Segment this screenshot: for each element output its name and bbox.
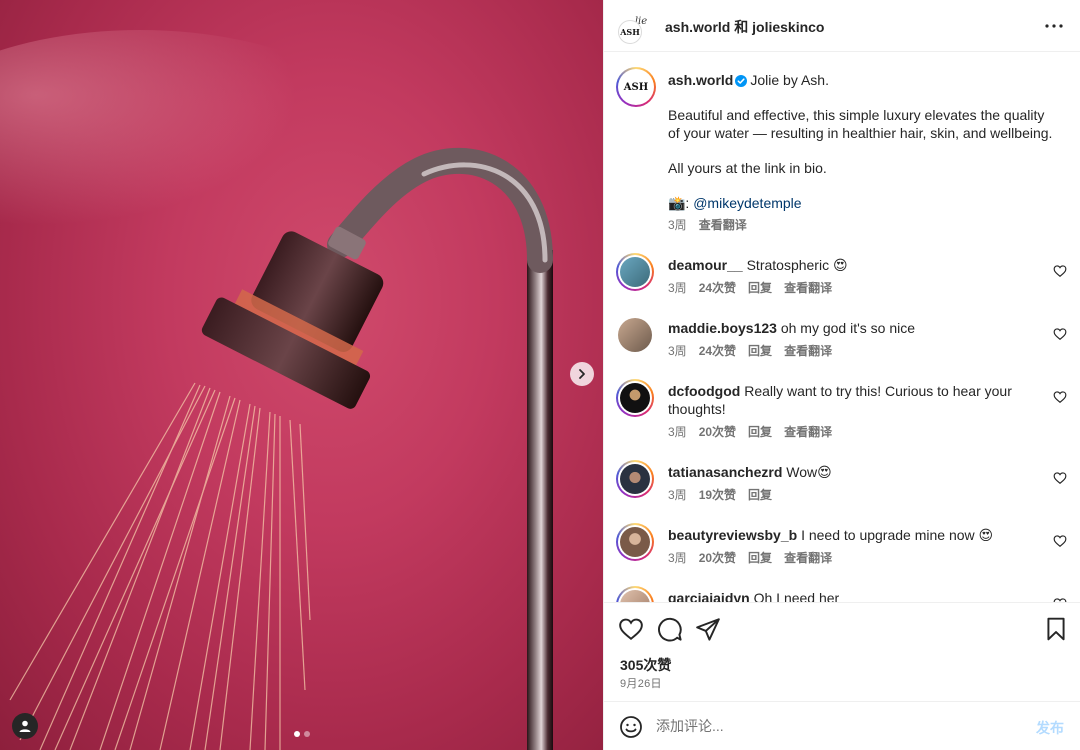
comments-list[interactable]: ASH ash.world Jolie by Ash. Beautiful and…	[604, 53, 1080, 602]
comment-avatar[interactable]	[616, 460, 654, 498]
avatar-image	[620, 383, 650, 413]
caption-cta: All yours at the link in bio.	[668, 160, 827, 176]
avatar-image	[620, 464, 650, 494]
comment-time[interactable]: 3周	[668, 423, 687, 441]
post-actions: 305次赞 9月26日	[604, 602, 1080, 700]
reply-button[interactable]: 回复	[748, 342, 772, 360]
comment-avatar[interactable]	[616, 586, 654, 602]
post-side-panel: lie ASH ash.world 和 jolieskinco ASH ash.…	[603, 0, 1080, 750]
translate-link[interactable]: 查看翻译	[784, 342, 832, 360]
comment-meta: 3周 20次赞 回复 查看翻译	[668, 549, 1038, 567]
heart-icon[interactable]	[618, 616, 644, 642]
caption-time[interactable]: 3周	[668, 216, 687, 234]
verified-badge-icon	[735, 75, 748, 87]
comment-text: beautyreviewsby_b I need to upgrade mine…	[668, 526, 1038, 567]
translate-link[interactable]: 查看翻译	[784, 423, 832, 441]
caption-meta: 3周 查看翻译	[668, 216, 1058, 234]
comment-username[interactable]: deamour__	[668, 257, 743, 273]
ash-world-avatar[interactable]: ASH	[618, 20, 642, 44]
comment-input[interactable]	[656, 714, 1016, 738]
comment-avatar[interactable]	[616, 316, 654, 354]
comment-time[interactable]: 3周	[668, 342, 687, 360]
caption-body: ash.world Jolie by Ash. Beautiful and eff…	[668, 71, 1058, 234]
comment-likes[interactable]: 20次赞	[699, 549, 736, 567]
comment-meta: 3周 19次赞 回复	[668, 486, 1038, 504]
caption-paragraph: Beautiful and effective, this simple lux…	[668, 107, 1053, 141]
comment-username[interactable]: beautyreviewsby_b	[668, 527, 797, 543]
reply-button[interactable]: 回复	[748, 486, 772, 504]
comment-username[interactable]: tatianasanchezrd	[668, 464, 782, 480]
reply-button[interactable]: 回复	[748, 279, 772, 297]
post-comment-button[interactable]: 发布	[1036, 718, 1064, 738]
comment-username[interactable]: garciajaidyn	[668, 590, 750, 602]
comment-time[interactable]: 3周	[668, 549, 687, 567]
comment-body: Oh I need her	[753, 590, 840, 602]
comment-likes[interactable]: 24次赞	[699, 342, 736, 360]
comment-avatar[interactable]	[616, 379, 654, 417]
translate-link[interactable]: 查看翻译	[784, 279, 832, 297]
avatar-image	[620, 527, 650, 557]
comment-meta: 3周 20次赞 回复 查看翻译	[668, 423, 1038, 441]
avatar-image	[620, 590, 650, 602]
camera-credit-prefix: 📸:	[668, 195, 694, 211]
bookmark-icon[interactable]	[1043, 616, 1069, 642]
post-date[interactable]: 9月26日	[620, 675, 662, 691]
comment-avatar[interactable]	[616, 523, 654, 561]
comment-body: oh my god it's so nice	[780, 320, 916, 336]
caption-username[interactable]: ash.world	[668, 72, 733, 88]
carousel-indicator	[294, 731, 310, 737]
comment-icon[interactable]	[657, 616, 683, 642]
chevron-right-icon	[579, 369, 585, 379]
comment-body: Stratospheric 😍	[746, 257, 848, 273]
caption-credit: 📸: @mikeydetemple	[668, 194, 1058, 212]
more-options-icon[interactable]	[1042, 16, 1066, 36]
likes-count[interactable]: 305次赞	[620, 655, 671, 675]
avatar-image	[618, 318, 652, 352]
reply-button[interactable]: 回复	[748, 423, 772, 441]
reply-button[interactable]: 回复	[748, 549, 772, 567]
like-comment-icon[interactable]	[1053, 327, 1067, 341]
like-comment-icon[interactable]	[1053, 390, 1067, 404]
comment-text: dcfoodgod Really want to try this! Curio…	[668, 382, 1038, 441]
like-comment-icon[interactable]	[1053, 471, 1067, 485]
collab-avatars[interactable]: lie ASH	[618, 12, 650, 44]
emoji-icon[interactable]	[619, 715, 643, 739]
next-slide-button[interactable]	[570, 362, 594, 386]
post-header: lie ASH ash.world 和 jolieskinco	[604, 0, 1080, 52]
like-comment-icon[interactable]	[1053, 534, 1067, 548]
comment-username[interactable]: dcfoodgod	[668, 383, 740, 399]
comment-likes[interactable]: 24次赞	[699, 279, 736, 297]
caption-avatar-text: ASH	[620, 71, 652, 103]
avatar-image	[620, 257, 650, 287]
like-comment-icon[interactable]	[1053, 264, 1067, 278]
comment-username[interactable]: maddie.boys123	[668, 320, 777, 336]
caption-translate-link[interactable]: 查看翻译	[699, 216, 747, 234]
user-tag-icon	[19, 720, 31, 732]
caption-avatar[interactable]: ASH	[616, 67, 656, 107]
carousel-dot-active	[294, 731, 300, 737]
caption-first-line: Jolie by Ash.	[750, 72, 829, 88]
comment-text: maddie.boys123 oh my god it's so nice 3周…	[668, 319, 1038, 360]
comment-time[interactable]: 3周	[668, 486, 687, 504]
tagged-users-button[interactable]	[12, 713, 38, 739]
mention-link[interactable]: @mikeydetemple	[693, 195, 801, 211]
comment-avatar[interactable]	[616, 253, 654, 291]
carousel-dot	[304, 731, 310, 737]
post-author-title[interactable]: ash.world 和 jolieskinco	[665, 17, 824, 37]
post-media[interactable]	[0, 0, 603, 750]
share-icon[interactable]	[695, 616, 721, 642]
comment-meta: 3周 24次赞 回复 查看翻译	[668, 279, 1038, 297]
comment-time[interactable]: 3周	[668, 279, 687, 297]
translate-link[interactable]: 查看翻译	[784, 549, 832, 567]
comment-body: I need to upgrade mine now 😍	[801, 527, 994, 543]
comment-text: tatianasanchezrd Wow😍 3周 19次赞 回复	[668, 463, 1038, 504]
comment-meta: 3周 24次赞 回复 查看翻译	[668, 342, 1038, 360]
add-comment-bar: 发布	[604, 701, 1080, 750]
comment-likes[interactable]: 19次赞	[699, 486, 736, 504]
shower-photo	[0, 30, 553, 750]
comment-likes[interactable]: 20次赞	[699, 423, 736, 441]
comment-body: Wow😍	[786, 464, 832, 480]
comment-text: deamour__ Stratospheric 😍 3周 24次赞 回复 查看翻…	[668, 256, 1038, 297]
comment-text: garciajaidyn Oh I need her	[668, 589, 1038, 602]
